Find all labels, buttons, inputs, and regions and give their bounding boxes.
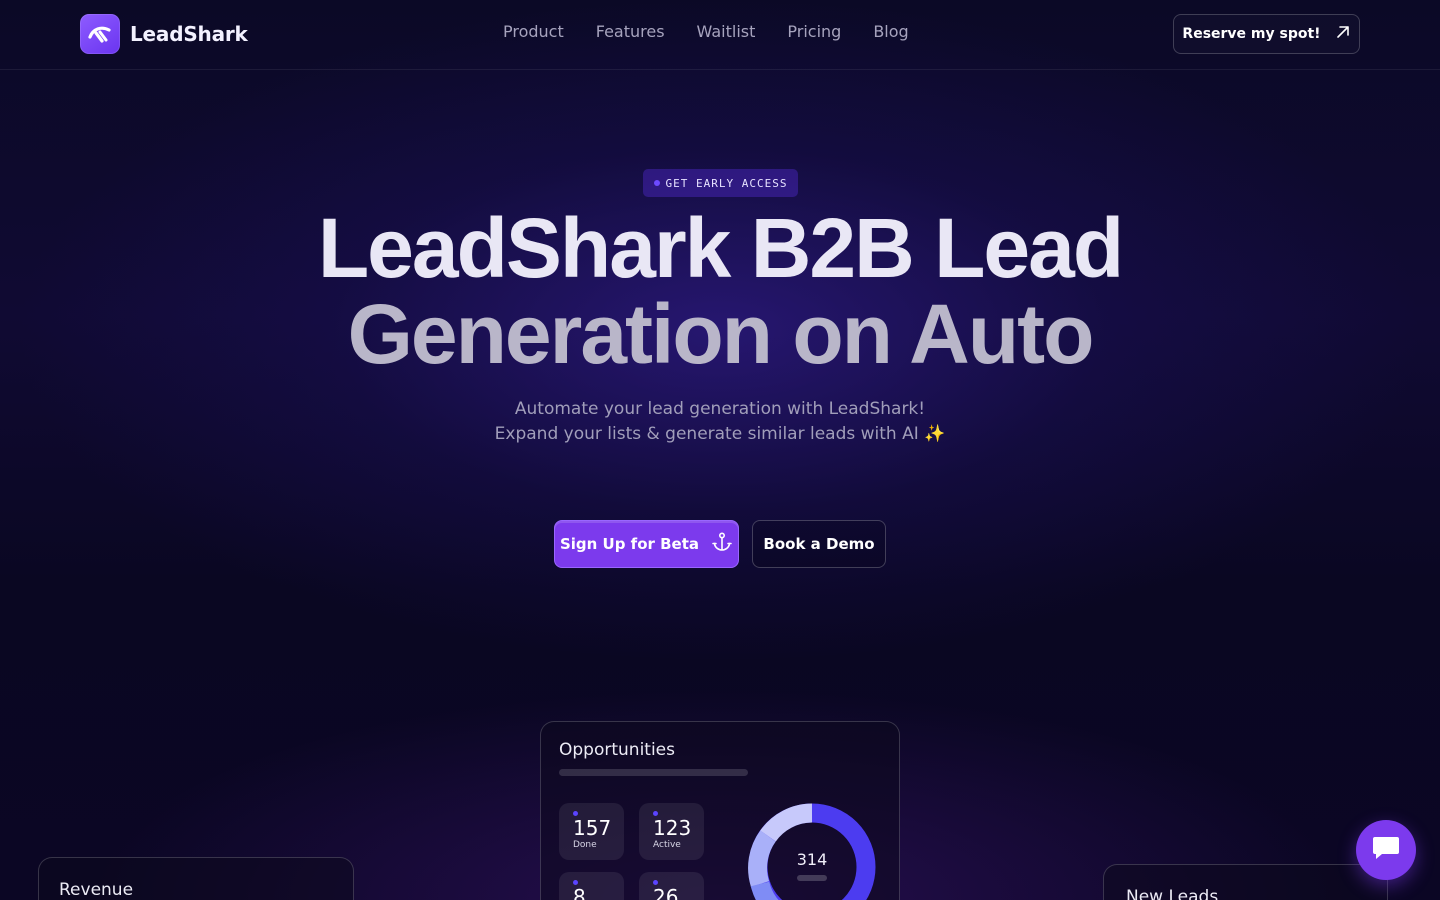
stat-value: 123 — [653, 816, 692, 840]
badge-label: GET EARLY ACCESS — [665, 176, 788, 190]
reserve-spot-label: Reserve my spot! — [1182, 26, 1321, 42]
opportunities-donut-chart: 314 — [747, 802, 877, 900]
donut-total: 314 — [796, 850, 828, 869]
opportunities-title: Opportunities — [559, 740, 675, 760]
nav-link-waitlist[interactable]: Waitlist — [697, 22, 756, 41]
nav-link-pricing[interactable]: Pricing — [787, 22, 841, 41]
stat-active: 123 Active — [639, 803, 704, 860]
arrow-up-right-icon — [1335, 24, 1351, 44]
anchor-icon — [711, 531, 733, 557]
stat-fourth: 26 — [639, 872, 704, 900]
sign-up-beta-label: Sign Up for Beta — [559, 535, 700, 553]
nav-link-product[interactable]: Product — [503, 22, 564, 41]
stat-label: Done — [573, 840, 597, 850]
chat-bubble-icon — [1371, 835, 1401, 866]
stat-value: 26 — [653, 885, 679, 900]
nav-links: Product Features Waitlist Pricing Blog — [503, 22, 941, 41]
new-leads-title: New Leads — [1126, 887, 1219, 900]
nav-link-blog[interactable]: Blog — [873, 22, 908, 41]
top-navbar: LeadShark Product Features Waitlist Pric… — [0, 0, 1440, 70]
revenue-card: Revenue — [38, 857, 354, 900]
reserve-spot-button[interactable]: Reserve my spot! — [1173, 14, 1360, 54]
new-leads-card: New Leads — [1103, 864, 1388, 900]
revenue-title: Revenue — [59, 880, 134, 900]
nav-link-features[interactable]: Features — [596, 22, 665, 41]
hero-headline-line1: LeadShark B2B Lead — [317, 201, 1124, 295]
donut-label-placeholder — [797, 875, 827, 881]
hero-subtitle-line2: Expand your lists & generate similar lea… — [494, 424, 946, 444]
sign-up-beta-button[interactable]: Sign Up for Beta — [554, 520, 739, 568]
stat-third: 8 — [559, 872, 624, 900]
hero-subtitle-line1: Automate your lead generation with LeadS… — [514, 399, 926, 419]
badge-dot-icon — [653, 180, 660, 186]
stat-done: 157 Done — [559, 803, 624, 860]
chat-widget-button[interactable] — [1356, 820, 1416, 880]
opportunities-card: Opportunities 157 Done 123 Active 8 26 3… — [540, 721, 900, 900]
stat-value: 157 — [573, 816, 612, 840]
brand[interactable]: LeadShark — [80, 14, 248, 54]
opportunities-progress-bar — [559, 769, 748, 776]
brand-name: LeadShark — [130, 22, 248, 46]
stat-label: Active — [653, 840, 681, 850]
leadshark-logo-icon — [80, 14, 120, 54]
book-demo-button[interactable]: Book a Demo — [752, 520, 886, 568]
early-access-badge: GET EARLY ACCESS — [643, 169, 798, 197]
hero-headline-line2: Generation on Auto — [347, 287, 1095, 381]
stat-value: 8 — [573, 885, 586, 900]
